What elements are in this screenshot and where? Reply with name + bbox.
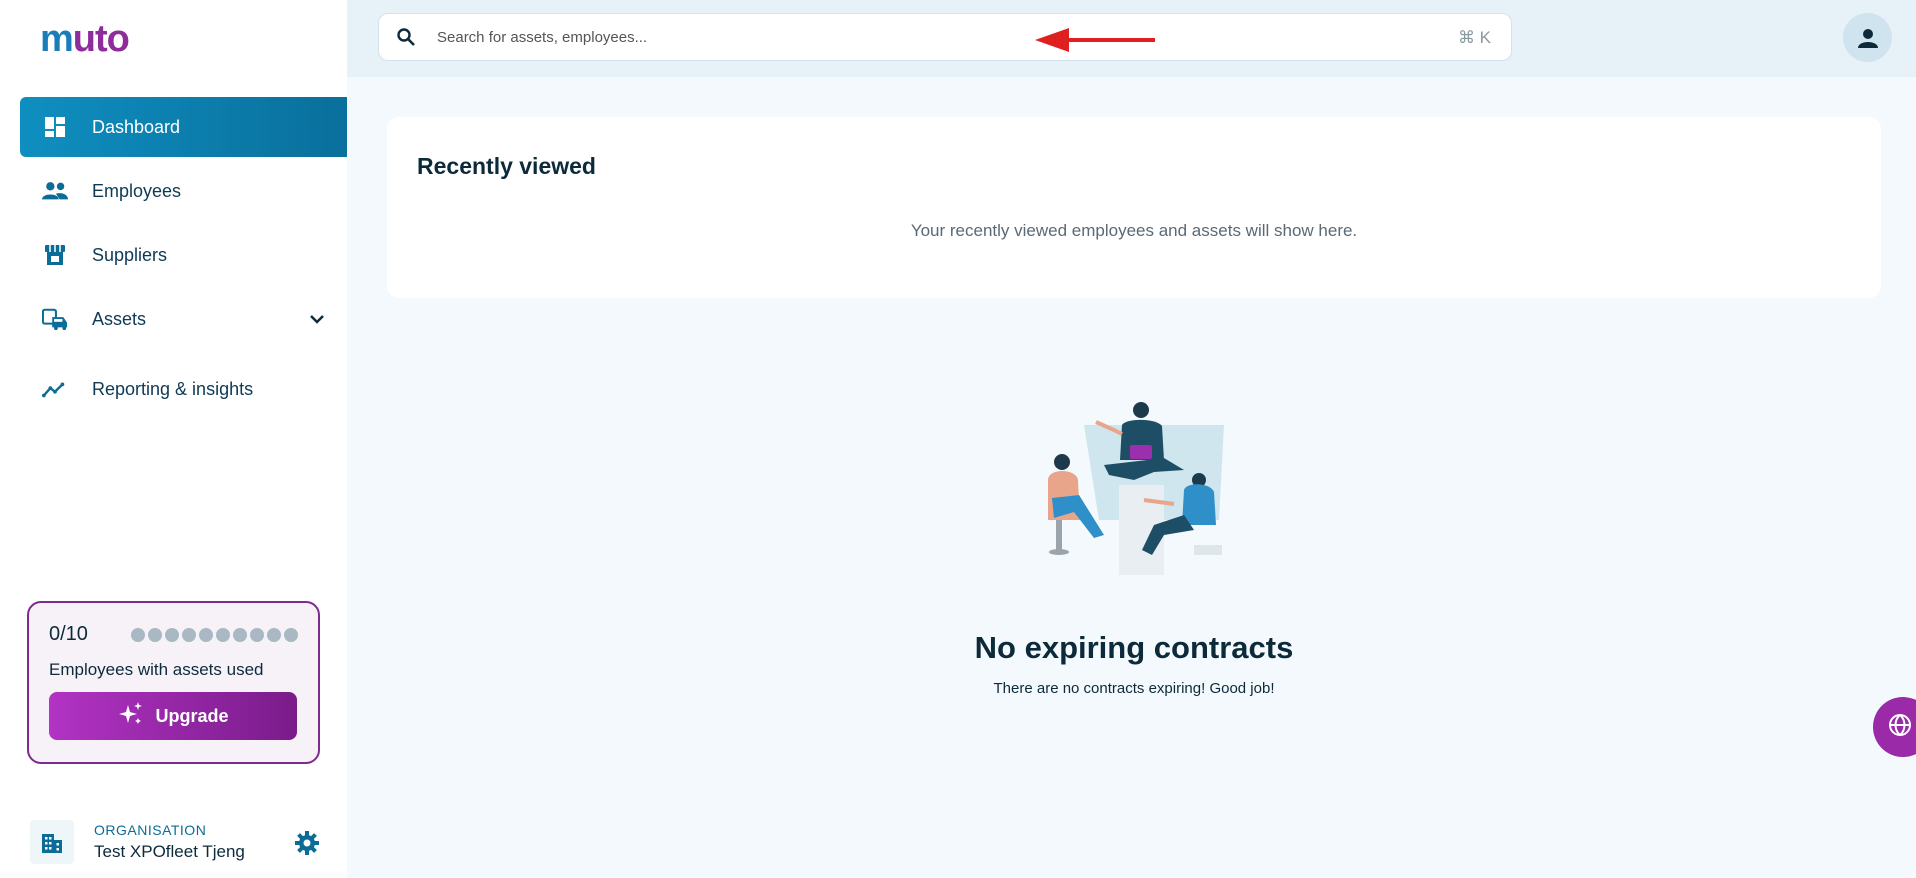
- no-contracts-title: No expiring contracts: [974, 630, 1294, 665]
- usage-dot: [250, 627, 264, 642]
- expiring-contracts-empty-state: No expiring contracts There are no contr…: [387, 400, 1881, 697]
- dashboard-icon: [42, 114, 68, 140]
- search-icon: [395, 26, 417, 48]
- sidebar-item-label: Dashboard: [92, 116, 181, 137]
- upgrade-label: Upgrade: [155, 705, 229, 726]
- annotation-arrow-icon: [1035, 28, 1155, 52]
- trend-icon: [42, 376, 68, 402]
- usage-dot: [131, 627, 145, 642]
- organisation-label: ORGANISATION: [94, 822, 207, 838]
- sidebar-item-label: Suppliers: [92, 244, 168, 265]
- sidebar-item-label: Employees: [92, 180, 182, 201]
- usage-dot: [199, 627, 213, 642]
- usage-label: Employees with assets used: [49, 660, 264, 679]
- building-icon: [30, 820, 74, 864]
- usage-dot: [267, 627, 281, 642]
- usage-dot: [148, 627, 162, 642]
- sidebar-item-reporting[interactable]: Reporting & insights: [20, 359, 347, 419]
- sparkles-icon: [117, 701, 145, 732]
- chevron-down-icon[interactable]: [309, 309, 325, 330]
- recently-viewed-title: Recently viewed: [417, 153, 596, 179]
- search-input[interactable]: [437, 28, 1337, 46]
- keyboard-shortcut-hint: ⌘ K: [1457, 28, 1491, 47]
- help-widget-button[interactable]: [1873, 697, 1916, 757]
- recently-viewed-card: Recently viewed Your recently viewed emp…: [387, 117, 1881, 298]
- usage-count: 0/10: [49, 623, 88, 645]
- usage-dot: [216, 627, 230, 642]
- usage-dot: [233, 627, 247, 642]
- usage-dot: [284, 627, 298, 642]
- vehicle-icon: [42, 306, 68, 332]
- globe-icon: [1887, 712, 1913, 743]
- muto-logo[interactable]: muto: [40, 18, 130, 60]
- user-avatar[interactable]: [1843, 13, 1892, 62]
- usage-dot: [165, 627, 179, 642]
- organisation-switcher[interactable]: ORGANISATION Test XPOfleet Tjeng: [30, 818, 320, 866]
- sidebar-item-label: Reporting & insights: [92, 378, 254, 399]
- store-icon: [42, 242, 68, 268]
- top-bar: ⌘ K: [347, 0, 1916, 77]
- no-contracts-subtitle: There are no contracts expiring! Good jo…: [993, 680, 1275, 697]
- gear-icon[interactable]: [294, 830, 320, 861]
- recently-viewed-empty-text: Your recently viewed employees and asset…: [910, 221, 1358, 240]
- usage-progress: [131, 627, 298, 642]
- sidebar: muto Dashboard Employees Suppliers Asset…: [0, 0, 347, 878]
- sidebar-nav: Dashboard Employees Suppliers Assets Rep…: [20, 97, 347, 423]
- upgrade-button[interactable]: Upgrade: [49, 692, 297, 740]
- usage-card: 0/10 Employees with assets used Upgrade: [27, 601, 320, 764]
- sidebar-item-dashboard[interactable]: Dashboard: [20, 97, 347, 157]
- sidebar-item-label: Assets: [92, 308, 147, 329]
- sidebar-item-employees[interactable]: Employees: [20, 161, 347, 221]
- organisation-name: Test XPOfleet Tjeng: [94, 842, 245, 861]
- people-icon: [42, 178, 68, 204]
- search-bar[interactable]: ⌘ K: [378, 13, 1512, 61]
- sidebar-item-suppliers[interactable]: Suppliers: [20, 225, 347, 285]
- sidebar-item-assets[interactable]: Assets: [20, 289, 347, 349]
- usage-dot: [182, 627, 196, 642]
- team-illustration: [1048, 402, 1224, 575]
